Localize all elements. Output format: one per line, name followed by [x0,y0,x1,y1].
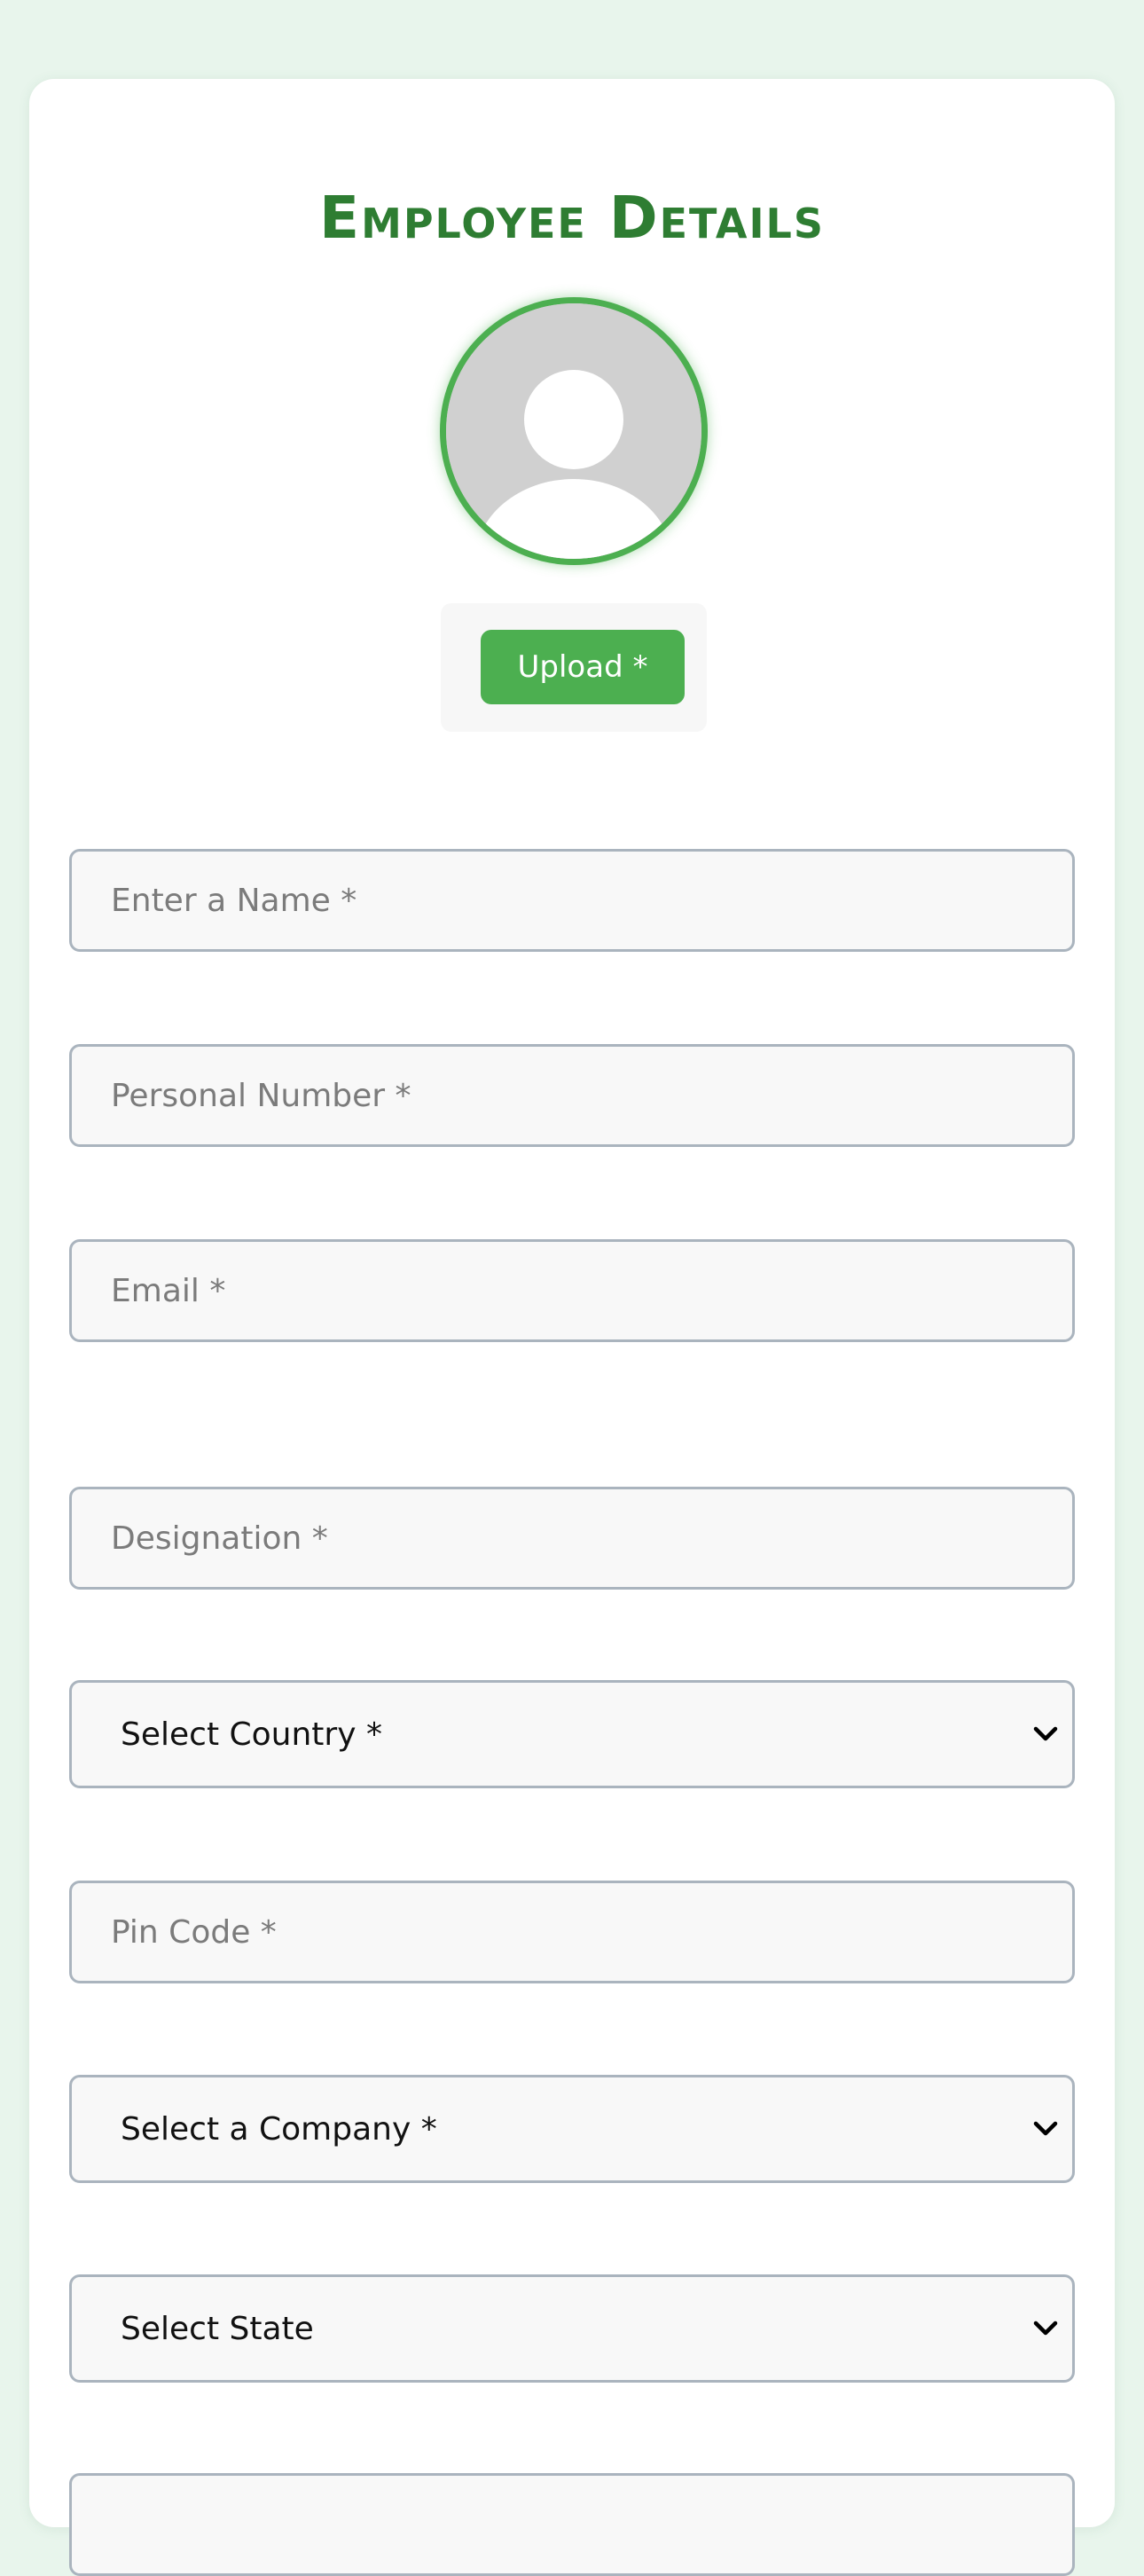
upload-button[interactable]: Upload * [481,630,685,704]
chevron-down-icon [1033,1726,1058,1741]
email-input[interactable] [69,1239,1075,1342]
name-input[interactable] [69,849,1075,952]
next-field-partial[interactable] [69,2473,1075,2576]
user-silhouette-icon [446,303,701,559]
designation-input[interactable] [69,1487,1075,1590]
chevron-down-icon [1033,2321,1058,2336]
page-title: Employee Details [318,184,825,252]
country-select-value: Select Country * [121,1716,382,1753]
upload-panel: Upload * [441,603,707,732]
state-select[interactable]: Select State [69,2274,1075,2383]
pin-code-input[interactable] [69,1881,1075,1983]
personal-number-input[interactable] [69,1044,1075,1147]
company-select-value: Select a Company * [121,2110,437,2148]
state-select-value: Select State [121,2310,314,2347]
employee-form-card: Employee Details Upload * Select Country… [29,79,1115,2576]
company-select[interactable]: Select a Company * [69,2075,1075,2183]
avatar-user-icon [440,297,708,565]
chevron-down-icon [1033,2121,1058,2136]
country-select[interactable]: Select Country * [69,1680,1075,1788]
